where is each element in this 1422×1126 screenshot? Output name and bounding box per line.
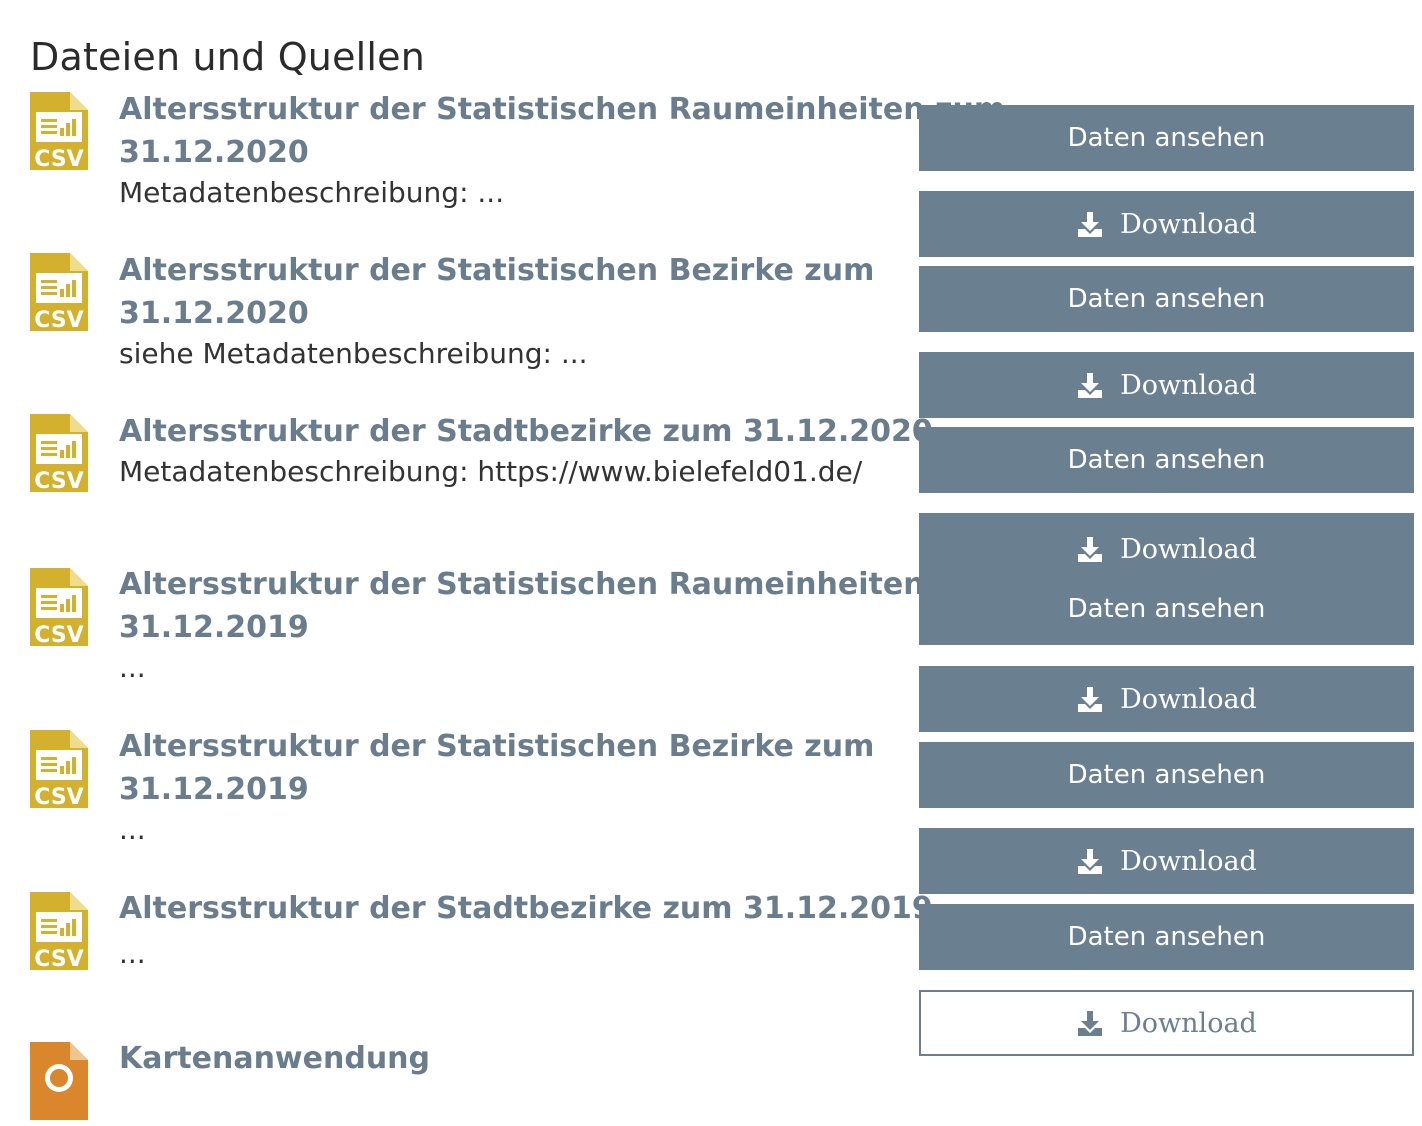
csv-file-icon: CSV bbox=[28, 566, 90, 648]
resource-description: Metadatenbeschreibung: ... bbox=[119, 176, 505, 209]
view-data-label: Daten ansehen bbox=[1067, 594, 1266, 625]
download-icon bbox=[1078, 1011, 1103, 1036]
resource-description: ... bbox=[119, 651, 146, 684]
svg-text:CSV: CSV bbox=[34, 469, 83, 494]
download-icon bbox=[1078, 687, 1103, 712]
svg-text:CSV: CSV bbox=[34, 785, 83, 810]
download-button[interactable]: Download bbox=[919, 990, 1414, 1056]
view-data-button[interactable]: Daten ansehen bbox=[919, 266, 1414, 332]
section-title: Dateien und Quellen bbox=[30, 35, 426, 80]
resource-title-link[interactable]: Kartenanwendung bbox=[119, 1037, 430, 1080]
download-label: Download bbox=[1120, 845, 1257, 877]
download-label: Download bbox=[1120, 1007, 1257, 1039]
resource-title-link[interactable]: 31.12.2019 bbox=[119, 606, 309, 649]
resource-title-link[interactable]: Altersstruktur der Statistischen Raumein… bbox=[119, 88, 1005, 131]
resource-title-link[interactable]: 31.12.2020 bbox=[119, 131, 309, 174]
svg-text:CSV: CSV bbox=[34, 947, 83, 972]
download-button[interactable]: Download bbox=[919, 666, 1414, 732]
download-icon bbox=[1078, 373, 1103, 398]
resource-title-link[interactable]: 31.12.2019 bbox=[119, 768, 309, 811]
csv-file-icon: CSV bbox=[28, 251, 90, 333]
view-data-button[interactable]: Daten ansehen bbox=[919, 427, 1414, 493]
resource-description: ... bbox=[119, 813, 146, 846]
download-label: Download bbox=[1120, 369, 1257, 401]
resource-title-link[interactable]: 31.12.2020 bbox=[119, 292, 309, 335]
csv-file-icon: CSV bbox=[28, 412, 90, 494]
map-file-icon bbox=[28, 1040, 90, 1120]
download-label: Download bbox=[1120, 683, 1257, 715]
download-label: Download bbox=[1120, 533, 1257, 565]
download-button[interactable]: Download bbox=[919, 828, 1414, 894]
csv-file-icon: CSV bbox=[28, 90, 90, 172]
view-data-button[interactable]: Daten ansehen bbox=[1068, 594, 1266, 624]
download-label: Download bbox=[1120, 208, 1257, 240]
view-data-button[interactable]: Daten ansehen bbox=[919, 904, 1414, 970]
view-data-label: Daten ansehen bbox=[1067, 760, 1266, 790]
view-data-label: Daten ansehen bbox=[1067, 123, 1266, 153]
resource-title-link[interactable]: Altersstruktur der Stadtbezirke zum 31.1… bbox=[119, 410, 933, 453]
view-data-label: Daten ansehen bbox=[1067, 922, 1266, 952]
svg-text:CSV: CSV bbox=[34, 623, 83, 648]
resource-description: siehe Metadatenbeschreibung: ... bbox=[119, 337, 588, 370]
view-data-button[interactable]: Daten ansehen bbox=[919, 742, 1414, 808]
download-icon bbox=[1078, 537, 1103, 563]
resource-description: ... bbox=[119, 937, 146, 970]
csv-file-icon: CSV bbox=[28, 890, 90, 972]
resource-description: Metadatenbeschreibung: https://www.biele… bbox=[119, 455, 863, 488]
download-icon bbox=[1078, 212, 1103, 237]
download-button[interactable]: Download bbox=[1076, 534, 1257, 565]
resource-title-link[interactable]: Altersstruktur der Statistischen Bezirke… bbox=[119, 249, 874, 292]
resource-description-clip: Metadatenbeschreibung: https://www.biele… bbox=[119, 455, 919, 488]
resource-title-link[interactable]: Altersstruktur der Statistischen Bezirke… bbox=[119, 725, 874, 768]
resource-title-link[interactable]: Altersstruktur der Statistischen Raumein… bbox=[119, 563, 1005, 606]
svg-text:CSV: CSV bbox=[34, 308, 83, 333]
view-data-label: Daten ansehen bbox=[1067, 284, 1266, 314]
download-button[interactable]: Download bbox=[919, 191, 1414, 257]
download-view-button-group[interactable]: Download Daten ansehen bbox=[919, 513, 1414, 645]
csv-file-icon: CSV bbox=[28, 728, 90, 810]
view-data-button[interactable]: Daten ansehen bbox=[919, 105, 1414, 171]
download-button[interactable]: Download bbox=[919, 352, 1414, 418]
resource-title-link[interactable]: Altersstruktur der Stadtbezirke zum 31.1… bbox=[119, 887, 933, 930]
svg-text:CSV: CSV bbox=[34, 147, 83, 172]
view-data-label: Daten ansehen bbox=[1067, 445, 1266, 475]
download-icon bbox=[1078, 849, 1103, 874]
